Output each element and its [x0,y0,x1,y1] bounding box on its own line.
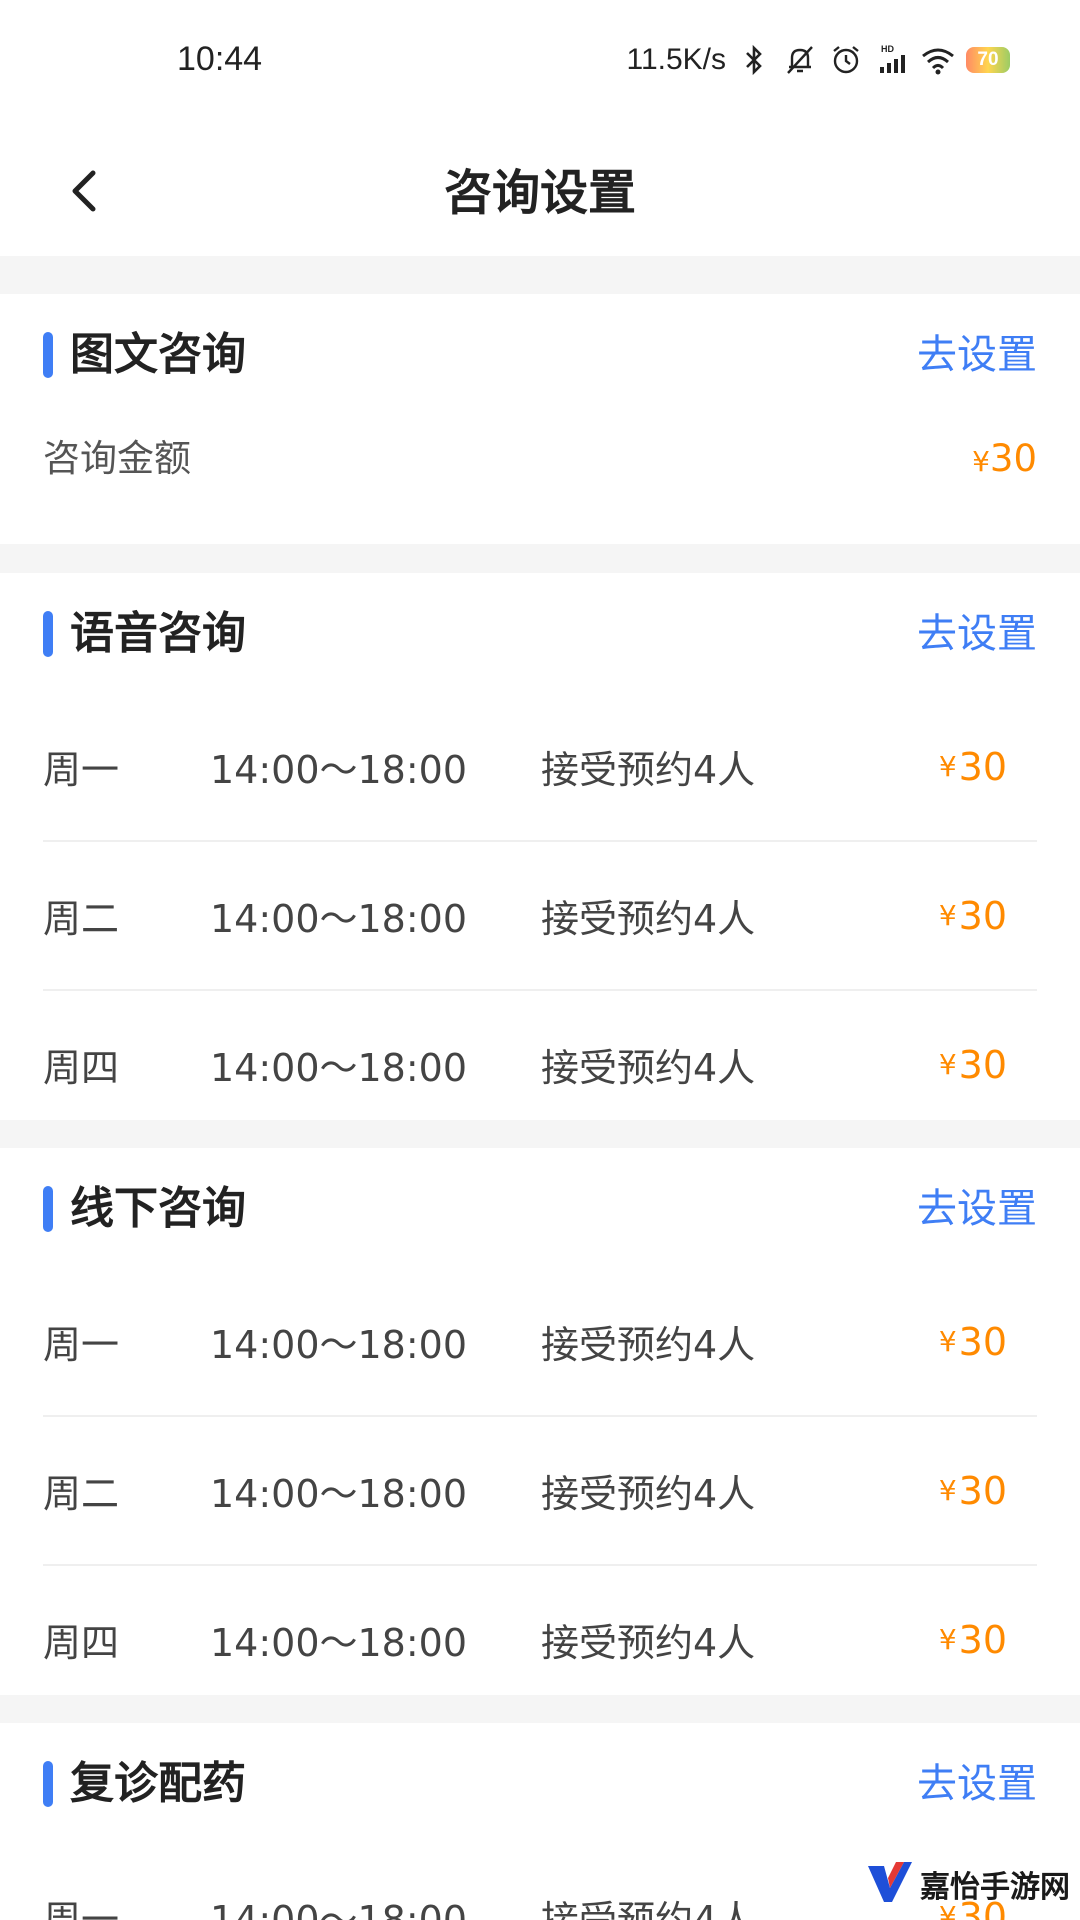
section-accent-bar [43,611,53,657]
section-header: 语音咨询 去设置 [0,573,1080,693]
schedule-row: 周四 14:00～18:00 接受预约4人 ¥30 [43,1566,1037,1713]
status-icons: 11.5K/s HD 70 [626,40,1010,80]
slot-day: 周二 [43,897,120,941]
schedule-row: 周四 14:00～18:00 接受预约4人 ¥30 [43,991,1037,1138]
slot-time: 14:00～18:00 [210,897,468,941]
slot-capacity: 接受预约4人 [541,1898,756,1920]
slot-price: ¥30 [939,1268,1007,1415]
page-title: 咨询设置 [443,165,636,221]
price-value: 30 [958,1319,1007,1364]
schedule-row: 周二 14:00～18:00 接受预约4人 ¥30 [43,842,1037,991]
currency-symbol: ¥ [938,1325,957,1358]
schedule-row: 周一 14:00～18:00 接受预约4人 ¥30 [43,693,1037,842]
watermark-logo-icon [866,1858,914,1910]
section-accent-bar [43,1761,53,1807]
slot-price: ¥30 [939,991,1007,1138]
consult-amount-row: 咨询金额 ¥30 [0,414,1080,510]
network-speed: 11.5K/s [626,43,726,76]
wifi-icon [920,42,956,78]
slot-capacity: 接受预约4人 [541,748,756,792]
section-accent-bar [43,1186,53,1232]
currency-symbol: ¥ [938,899,957,932]
mute-icon [782,42,818,78]
back-button[interactable] [48,158,118,228]
slot-day: 周一 [43,748,120,792]
battery-indicator: 70 [966,47,1010,73]
slot-capacity: 接受预约4人 [541,1621,756,1665]
slot-day: 周二 [43,1472,120,1516]
section-accent-bar [43,332,53,378]
currency-symbol: ¥ [938,1474,957,1507]
section-title: 图文咨询 [70,329,246,380]
section-header: 复诊配药 去设置 [0,1723,1080,1843]
status-bar: 10:44 11.5K/s HD 70 [0,0,1080,128]
price-value: 30 [958,744,1007,789]
schedule-row: 周一 14:00～18:00 接受预约4人 ¥30 [43,1268,1037,1417]
chevron-left-icon [63,167,103,219]
slot-day: 周四 [43,1621,120,1665]
section-title: 语音咨询 [70,608,246,659]
go-settings-button[interactable]: 去设置 [917,322,1037,388]
section-title: 线下咨询 [70,1183,246,1234]
section-text-consult: 图文咨询 去设置 咨询金额 ¥30 [0,294,1080,544]
bluetooth-icon [736,42,772,78]
site-watermark: 嘉怡手游网 [866,1852,1070,1916]
go-settings-button[interactable]: 去设置 [917,601,1037,667]
nav-bar: 咨询设置 [0,128,1080,256]
slot-day: 周一 [43,1323,120,1367]
price-value: 30 [958,1468,1007,1513]
price-value: 30 [958,1617,1007,1662]
go-settings-button[interactable]: 去设置 [917,1751,1037,1817]
section-offline-consult: 线下咨询 去设置 周一 14:00～18:00 接受预约4人 ¥30 周二 14… [0,1148,1080,1695]
slot-price: ¥30 [939,1566,1007,1713]
svg-text:HD: HD [881,44,894,54]
slot-price: ¥30 [939,693,1007,840]
slot-capacity: 接受预约4人 [541,1323,756,1367]
slot-time: 14:00～18:00 [210,1472,468,1516]
slot-time: 14:00～18:00 [210,748,468,792]
go-settings-button[interactable]: 去设置 [917,1176,1037,1242]
price-value: 30 [958,1042,1007,1087]
currency-symbol: ¥ [938,1623,957,1656]
slot-capacity: 接受预约4人 [541,1046,756,1090]
slot-time: 14:00～18:00 [210,1898,468,1920]
slot-time: 14:00～18:00 [210,1323,468,1367]
slot-day: 周一 [43,1898,120,1920]
slot-list: 周一 14:00～18:00 接受预约4人 ¥30 周二 14:00～18:00… [0,1268,1080,1713]
alarm-icon [828,42,864,78]
price-value: 30 [989,437,1037,480]
slot-capacity: 接受预约4人 [541,897,756,941]
price-value: 30 [958,893,1007,938]
watermark-text: 嘉怡手游网 [920,1870,1070,1905]
currency-symbol: ¥ [938,750,957,783]
schedule-row: 周二 14:00～18:00 接受预约4人 ¥30 [43,1417,1037,1566]
slot-price: ¥30 [939,1417,1007,1564]
slot-price: ¥30 [939,842,1007,989]
section-header: 图文咨询 去设置 [0,294,1080,414]
section-title: 复诊配药 [70,1758,246,1809]
section-header: 线下咨询 去设置 [0,1148,1080,1268]
consult-amount-label: 咨询金额 [43,437,191,480]
slot-time: 14:00～18:00 [210,1046,468,1090]
slot-day: 周四 [43,1046,120,1090]
currency-symbol: ¥ [938,1048,957,1081]
section-voice-consult: 语音咨询 去设置 周一 14:00～18:00 接受预约4人 ¥30 周二 14… [0,573,1080,1120]
slot-list: 周一 14:00～18:00 接受预约4人 ¥30 周二 14:00～18:00… [0,693,1080,1138]
status-time: 10:44 [177,40,263,78]
signal-icon: HD [874,42,910,78]
consult-amount-value: ¥30 [972,424,1037,494]
slot-time: 14:00～18:00 [210,1621,468,1665]
currency-symbol: ¥ [972,445,990,478]
slot-capacity: 接受预约4人 [541,1472,756,1516]
